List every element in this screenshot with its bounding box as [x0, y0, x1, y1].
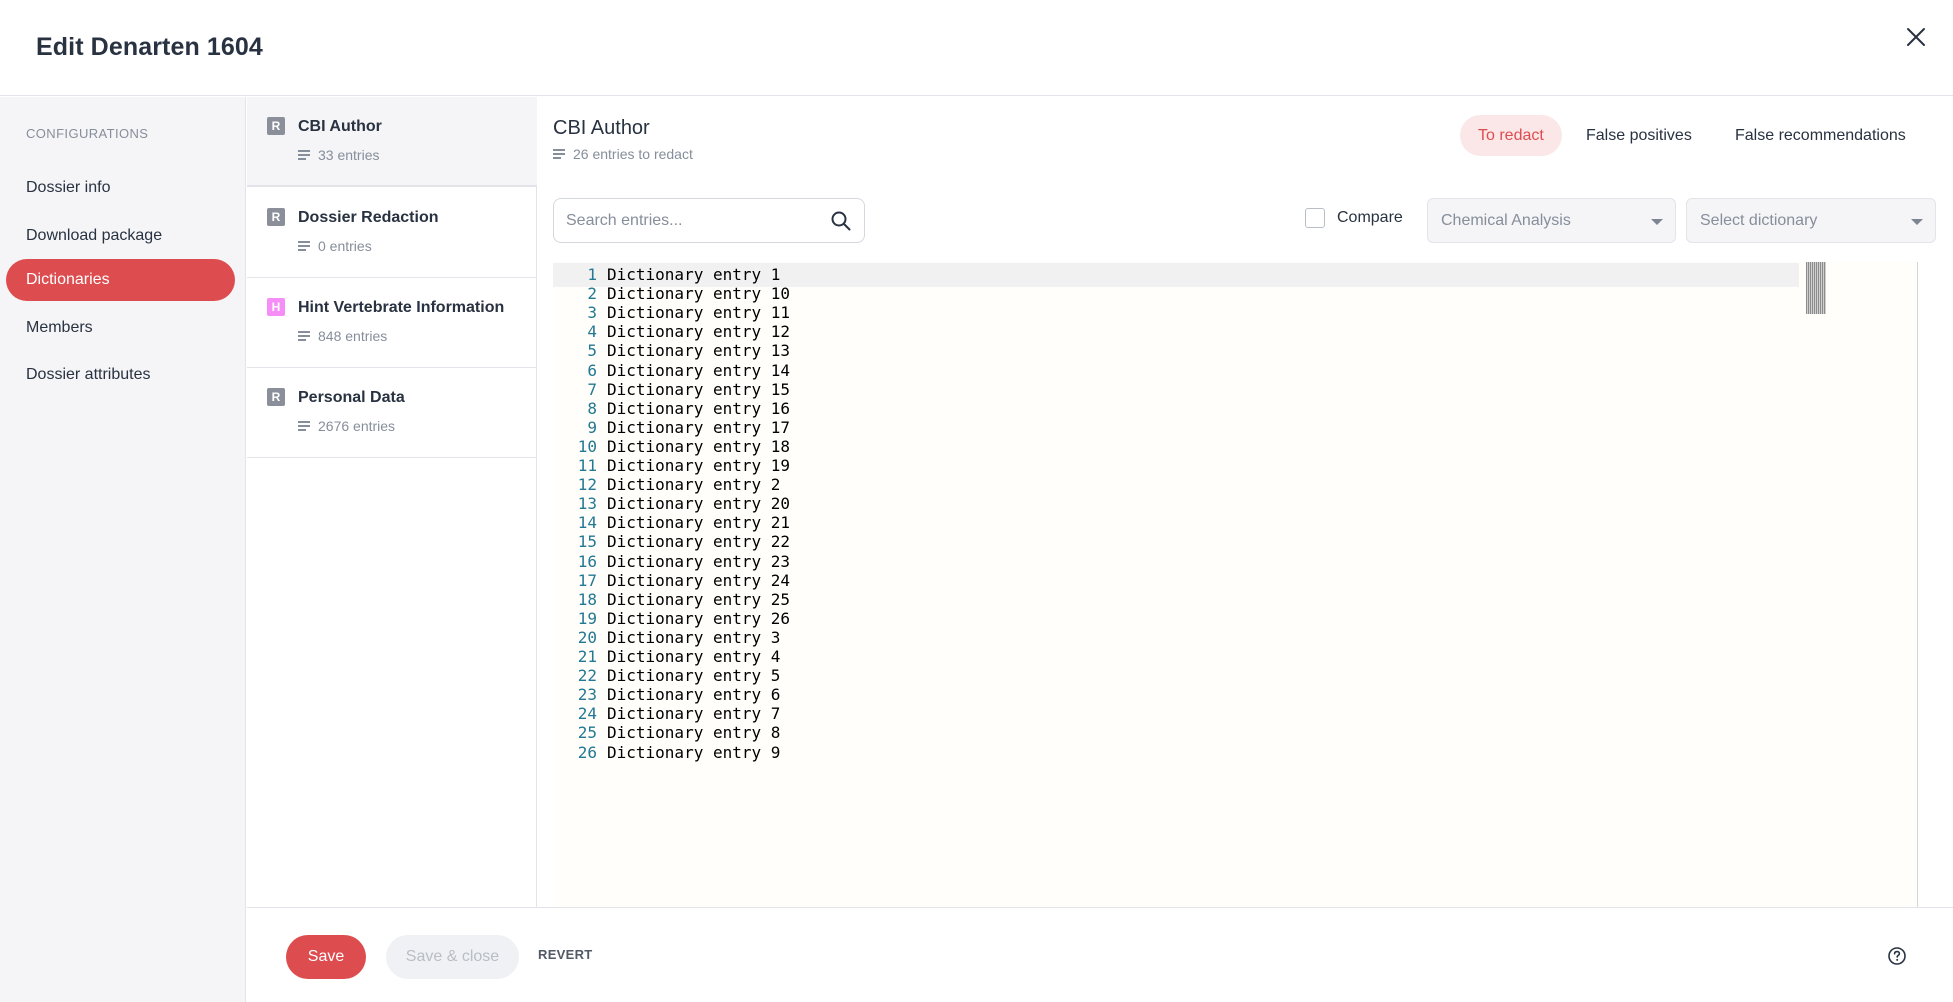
- editor-line[interactable]: 26 Dictionary entry 9: [553, 741, 1153, 765]
- revert-button[interactable]: REVERT: [538, 947, 593, 962]
- modal-header: Edit Denarten 1604: [0, 0, 1953, 96]
- search-icon[interactable]: [830, 210, 852, 232]
- dictionary-entry-count: 2676 entries: [298, 418, 395, 434]
- dictionary-item-dossier-redaction[interactable]: R Dossier Redaction 0 entries: [247, 188, 537, 278]
- sidebar-item-label: Download package: [26, 227, 163, 244]
- dictionary-item-hint-vertebrate[interactable]: H Hint Vertebrate Information 848 entrie…: [247, 278, 537, 368]
- compare-checkbox[interactable]: [1305, 208, 1325, 228]
- sidebar-item-download-package[interactable]: Download package: [6, 215, 235, 257]
- lines-icon: [298, 331, 310, 341]
- search-box: [553, 198, 865, 243]
- dictionary-name: CBI Author: [298, 118, 382, 135]
- tab-false-recommendations[interactable]: False recommendations: [1717, 115, 1924, 156]
- dictionary-entry-count: 33 entries: [298, 147, 379, 163]
- dictionary-entry-count: 0 entries: [298, 238, 372, 254]
- dictionary-type-badge: R: [267, 388, 285, 406]
- dictionary-title: CBI Author: [553, 117, 650, 139]
- lines-icon: [553, 149, 565, 159]
- sidebar-item-label: Dossier info: [26, 179, 111, 196]
- sidebar-item-label: Dossier attributes: [26, 366, 151, 383]
- dictionary-type-badge: R: [267, 208, 285, 226]
- dictionary-entry-count: 848 entries: [298, 328, 387, 344]
- help-icon[interactable]: [1887, 946, 1907, 966]
- chevron-down-icon: [1651, 219, 1663, 225]
- chevron-down-icon: [1911, 219, 1923, 225]
- line-number: 26: [577, 742, 597, 762]
- compare-label: Compare: [1337, 209, 1403, 226]
- dictionary-item-personal-data[interactable]: R Personal Data 2676 entries: [247, 368, 537, 458]
- line-text: Dictionary entry 9: [607, 742, 781, 762]
- dictionary-type-badge: H: [267, 298, 285, 316]
- sidebar-item-dictionaries[interactable]: Dictionaries: [6, 259, 235, 301]
- dictionary-count-text: 2676 entries: [318, 418, 396, 434]
- sidebar-item-label: Dictionaries: [26, 271, 110, 288]
- dictionary-item-cbi-author[interactable]: R CBI Author 33 entries: [247, 97, 537, 187]
- lines-icon: [298, 421, 310, 431]
- lines-icon: [298, 241, 310, 251]
- editor-scrollbar[interactable]: [1917, 262, 1918, 907]
- dictionary-select-placeholder: Select dictionary: [1700, 211, 1818, 229]
- sidebar-item-members[interactable]: Members: [6, 307, 235, 349]
- dictionary-subtitle: 26 entries to redact: [553, 146, 693, 162]
- sidebar-item-dossier-attributes[interactable]: Dossier attributes: [6, 354, 235, 396]
- sidebar-item-label: Members: [26, 319, 93, 336]
- dictionary-type-badge: R: [267, 117, 285, 135]
- sidebar-item-dossier-info[interactable]: Dossier info: [6, 167, 235, 209]
- dictionary-list: R CBI Author 33 entries R Dossier Redact…: [247, 97, 537, 907]
- save-and-close-button[interactable]: Save & close: [386, 935, 519, 979]
- dictionary-count-text: 0 entries: [318, 238, 372, 254]
- lines-icon: [298, 150, 310, 160]
- sidebar-section-label: CONFIGURATIONS: [26, 126, 149, 141]
- editor-minimap[interactable]: [1806, 262, 1826, 314]
- code-editor[interactable]: 1 Dictionary entry 1 2 Dictionary entry 10 3…: [553, 262, 1918, 907]
- dictionary-count-text: 848 entries: [318, 328, 388, 344]
- search-input[interactable]: [566, 199, 826, 242]
- dictionary-name: Personal Data: [298, 389, 405, 406]
- dictionary-name: Dossier Redaction: [298, 209, 439, 226]
- close-icon[interactable]: [1901, 22, 1931, 52]
- dictionary-count-text: 33 entries: [318, 147, 380, 163]
- config-sidebar: CONFIGURATIONS Dossier info Download pac…: [0, 97, 246, 1002]
- entries-to-redact-text: 26 entries to redact: [573, 146, 693, 162]
- tab-to-redact[interactable]: To redact: [1460, 115, 1562, 156]
- compare-dossier-value: Chemical Analysis: [1441, 211, 1571, 229]
- save-button[interactable]: Save: [286, 935, 366, 979]
- dictionary-name: Hint Vertebrate Information: [298, 299, 505, 316]
- dictionary-select[interactable]: Select dictionary: [1686, 198, 1936, 243]
- compare-dossier-select[interactable]: Chemical Analysis: [1427, 198, 1676, 243]
- page-title: Edit Denarten 1604: [36, 33, 263, 61]
- tab-false-positives[interactable]: False positives: [1568, 115, 1710, 156]
- compare-toggle[interactable]: Compare: [1305, 208, 1403, 228]
